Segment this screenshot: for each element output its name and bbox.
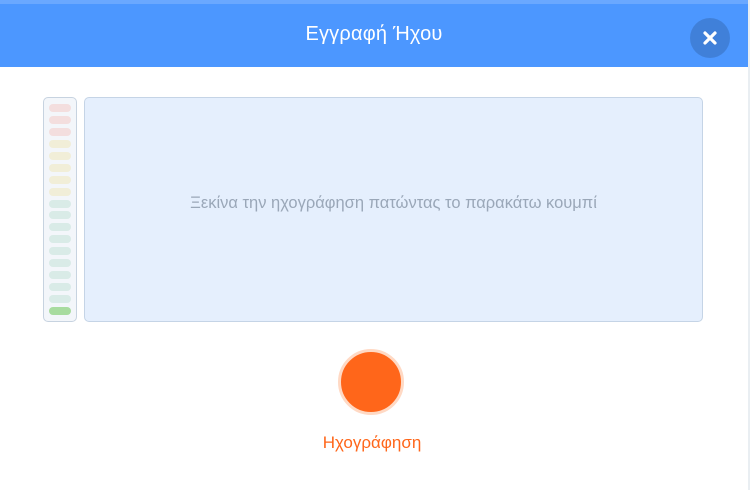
level-meter-bar [49,259,71,268]
modal-header: Εγγραφή Ήχου [0,0,748,67]
level-meter-bar [49,115,71,124]
level-meter-bar [49,283,71,292]
level-meter-bar [49,139,71,148]
record-label[interactable]: Ηχογράφηση [272,433,472,453]
level-meter-bar [49,223,71,232]
level-meter-bar [49,187,71,196]
level-meter-bar [49,247,71,256]
level-meter-bar [49,104,71,112]
recording-hint: Ξεκίνα την ηχογράφηση πατώντας το παρακά… [190,194,597,212]
modal-title: Εγγραφή Ήχου [305,23,443,45]
close-icon [703,31,717,45]
close-button[interactable] [690,18,730,58]
level-meter-bar [49,211,71,220]
level-meter-bar [49,235,71,244]
waveform-area: Ξεκίνα την ηχογράφηση πατώντας το παρακά… [84,97,703,322]
level-meter-bar [49,295,71,303]
level-meter-bar [49,306,71,315]
level-meter-bar [49,127,71,136]
level-meter-bar [49,271,71,280]
level-meter-bar [49,163,71,172]
record-button[interactable] [338,349,404,415]
sound-recording-modal: Εγγραφή Ήχου Ξεκίνα την ηχογράφηση πατών… [0,0,748,490]
level-meter-bar [49,175,71,184]
level-meter-bar [49,151,71,160]
level-meter [43,97,77,322]
level-meter-bar [49,199,71,208]
